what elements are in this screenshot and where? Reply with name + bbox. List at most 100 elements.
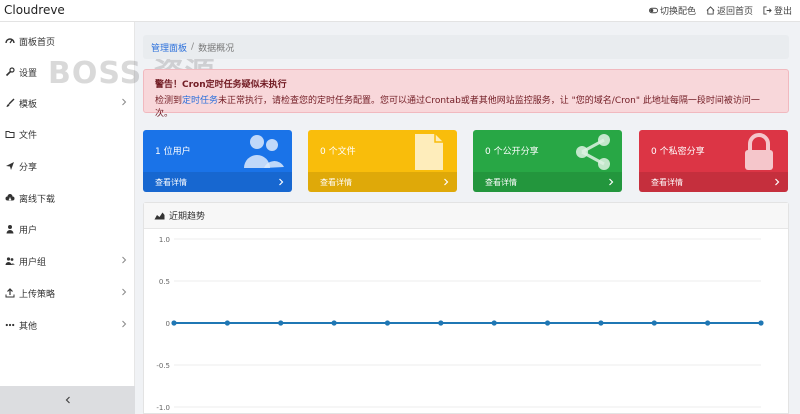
file-icon bbox=[415, 134, 443, 170]
data-point bbox=[384, 320, 391, 326]
chevron-right-icon bbox=[122, 320, 127, 328]
sidebar-item-other[interactable]: 其他 bbox=[0, 311, 135, 339]
logout-icon bbox=[763, 6, 772, 15]
sidebar-item-upload-policy[interactable]: 上传策略 bbox=[0, 279, 135, 307]
data-point bbox=[544, 320, 551, 326]
breadcrumb-separator: / bbox=[191, 42, 195, 52]
alert-text-after: 未正常执行，请检查您的定时任务配置。您可以通过Crontab或者其他网站监控服务… bbox=[155, 96, 760, 119]
logout-link[interactable]: 登出 bbox=[763, 4, 792, 17]
data-point bbox=[705, 320, 711, 326]
brush-icon bbox=[6, 98, 15, 107]
wrench-icon bbox=[5, 67, 15, 77]
back-home-link[interactable]: 返回首页 bbox=[706, 4, 753, 17]
folder-icon bbox=[5, 131, 15, 138]
area-chart-icon bbox=[154, 212, 165, 220]
data-point bbox=[651, 320, 657, 326]
panel-title: 近期趋势 bbox=[169, 212, 206, 222]
stat-card-details-link[interactable]: 查看详情 bbox=[308, 172, 457, 192]
chevron-right-icon bbox=[122, 288, 127, 296]
sidebar-item-label: 上传策略 bbox=[19, 289, 56, 300]
alert-text: 检测到定时任务未正常执行，请检查您的定时任务配置。您可以通过Crontab或者其… bbox=[155, 93, 777, 119]
alert-title: 警告！Cron定时任务疑似未执行 bbox=[155, 80, 287, 90]
share-icon bbox=[6, 162, 14, 170]
chevron-right-icon bbox=[279, 178, 284, 186]
chevron-right-icon bbox=[122, 98, 127, 106]
cron-warning-alert: 警告！Cron定时任务疑似未执行 检测到定时任务未正常执行，请检查您的定时任务配… bbox=[143, 69, 789, 119]
stat-card-label: 0 个文件 bbox=[320, 147, 356, 157]
details-label: 查看详情 bbox=[651, 177, 683, 187]
sidebar-item-users[interactable]: 用户 bbox=[0, 215, 135, 243]
sidebar-item-user-groups[interactable]: 用户组 bbox=[0, 247, 135, 275]
recent-trend-panel: 近期趋势 1.0 0.5 0 -0.5 -1.0 bbox=[143, 202, 789, 414]
stat-card-label: 0 个私密分享 bbox=[651, 147, 705, 157]
breadcrumb-current: 数据概况 bbox=[198, 43, 235, 54]
sidebar-item-files[interactable]: 文件 bbox=[0, 120, 135, 148]
breadcrumb-link-admin[interactable]: 管理面板 bbox=[151, 41, 187, 54]
brand-logo[interactable]: Cloudreve bbox=[4, 3, 65, 17]
stat-card-public-shares: 0 个公开分享 查看详情 bbox=[473, 130, 622, 192]
stat-card-label: 1 位用户 bbox=[155, 147, 191, 157]
top-bar: Cloudreve 切换配色 返回首页 登出 bbox=[0, 0, 800, 22]
sidebar-item-templates[interactable]: 模板 bbox=[0, 89, 135, 117]
sidebar-item-label: 文件 bbox=[19, 130, 38, 141]
cloud-download-icon bbox=[5, 194, 15, 201]
stat-card-details-link[interactable]: 查看详情 bbox=[473, 172, 622, 192]
toggle-theme-label: 切换配色 bbox=[659, 7, 696, 17]
chevron-left-icon bbox=[65, 396, 70, 404]
sidebar-item-offline-download[interactable]: 离线下载 bbox=[0, 184, 135, 212]
logout-label: 登出 bbox=[773, 7, 792, 17]
details-label: 查看详情 bbox=[155, 177, 187, 187]
data-point bbox=[278, 320, 284, 326]
breadcrumb: 管理面板 / 数据概况 bbox=[143, 35, 789, 59]
toggle-icon bbox=[648, 7, 658, 14]
share-icon bbox=[576, 134, 610, 170]
data-point bbox=[171, 320, 177, 326]
sidebar-item-shares[interactable]: 分享 bbox=[0, 152, 135, 180]
sidebar-item-label: 离线下载 bbox=[19, 194, 56, 205]
data-point bbox=[598, 320, 604, 326]
stat-card-label: 0 个公开分享 bbox=[485, 147, 539, 157]
trend-chart: 1.0 0.5 0 -0.5 -1.0 bbox=[156, 236, 764, 412]
data-point bbox=[438, 320, 444, 326]
top-links: 切换配色 返回首页 登出 bbox=[648, 4, 792, 17]
sidebar-item-label: 用户组 bbox=[19, 257, 47, 268]
data-point bbox=[331, 320, 337, 326]
sidebar-item-label: 模板 bbox=[19, 99, 38, 110]
stat-card-files: 0 个文件 查看详情 bbox=[308, 130, 457, 192]
details-label: 查看详情 bbox=[320, 177, 352, 187]
users-icon bbox=[5, 257, 15, 265]
sidebar-item-label: 分享 bbox=[19, 162, 38, 173]
data-point bbox=[491, 320, 497, 326]
sidebar-item-label: 设置 bbox=[19, 68, 38, 79]
dashboard-icon bbox=[5, 38, 15, 44]
upload-icon bbox=[5, 288, 15, 298]
users-icon bbox=[244, 135, 284, 168]
data-point bbox=[758, 320, 764, 326]
lock-icon bbox=[745, 133, 773, 170]
stat-card-details-link[interactable]: 查看详情 bbox=[639, 172, 788, 192]
chevron-right-icon bbox=[444, 178, 449, 186]
chevron-right-icon bbox=[609, 178, 614, 186]
chevron-right-icon bbox=[775, 178, 780, 186]
toggle-theme-link[interactable]: 切换配色 bbox=[648, 4, 696, 17]
chevron-right-icon bbox=[122, 256, 127, 264]
ellipsis-icon bbox=[5, 323, 15, 327]
stat-card-users: 1 位用户 查看详情 bbox=[143, 130, 292, 192]
sidebar-item-label: 其他 bbox=[19, 321, 38, 332]
alert-cron-link[interactable]: 定时任务 bbox=[182, 96, 218, 106]
sidebar-item-label: 用户 bbox=[19, 225, 38, 236]
user-icon bbox=[6, 225, 14, 234]
back-home-label: 返回首页 bbox=[716, 7, 753, 17]
stat-card-details-link[interactable]: 查看详情 bbox=[143, 172, 292, 192]
y-tick-label: -0.5 bbox=[156, 362, 170, 370]
stat-card-private-shares: 0 个私密分享 查看详情 bbox=[639, 130, 788, 192]
alert-text-before: 检测到 bbox=[155, 96, 183, 106]
panel-header: 近期趋势 bbox=[144, 203, 788, 229]
sidebar-collapse-button[interactable] bbox=[0, 386, 135, 414]
y-tick-label: -1.0 bbox=[156, 404, 170, 412]
sidebar-item-label: 面板首页 bbox=[19, 37, 56, 48]
y-tick-label: 1.0 bbox=[159, 236, 170, 244]
data-point bbox=[224, 320, 230, 326]
details-label: 查看详情 bbox=[485, 177, 517, 187]
y-tick-label: 0 bbox=[166, 320, 170, 328]
